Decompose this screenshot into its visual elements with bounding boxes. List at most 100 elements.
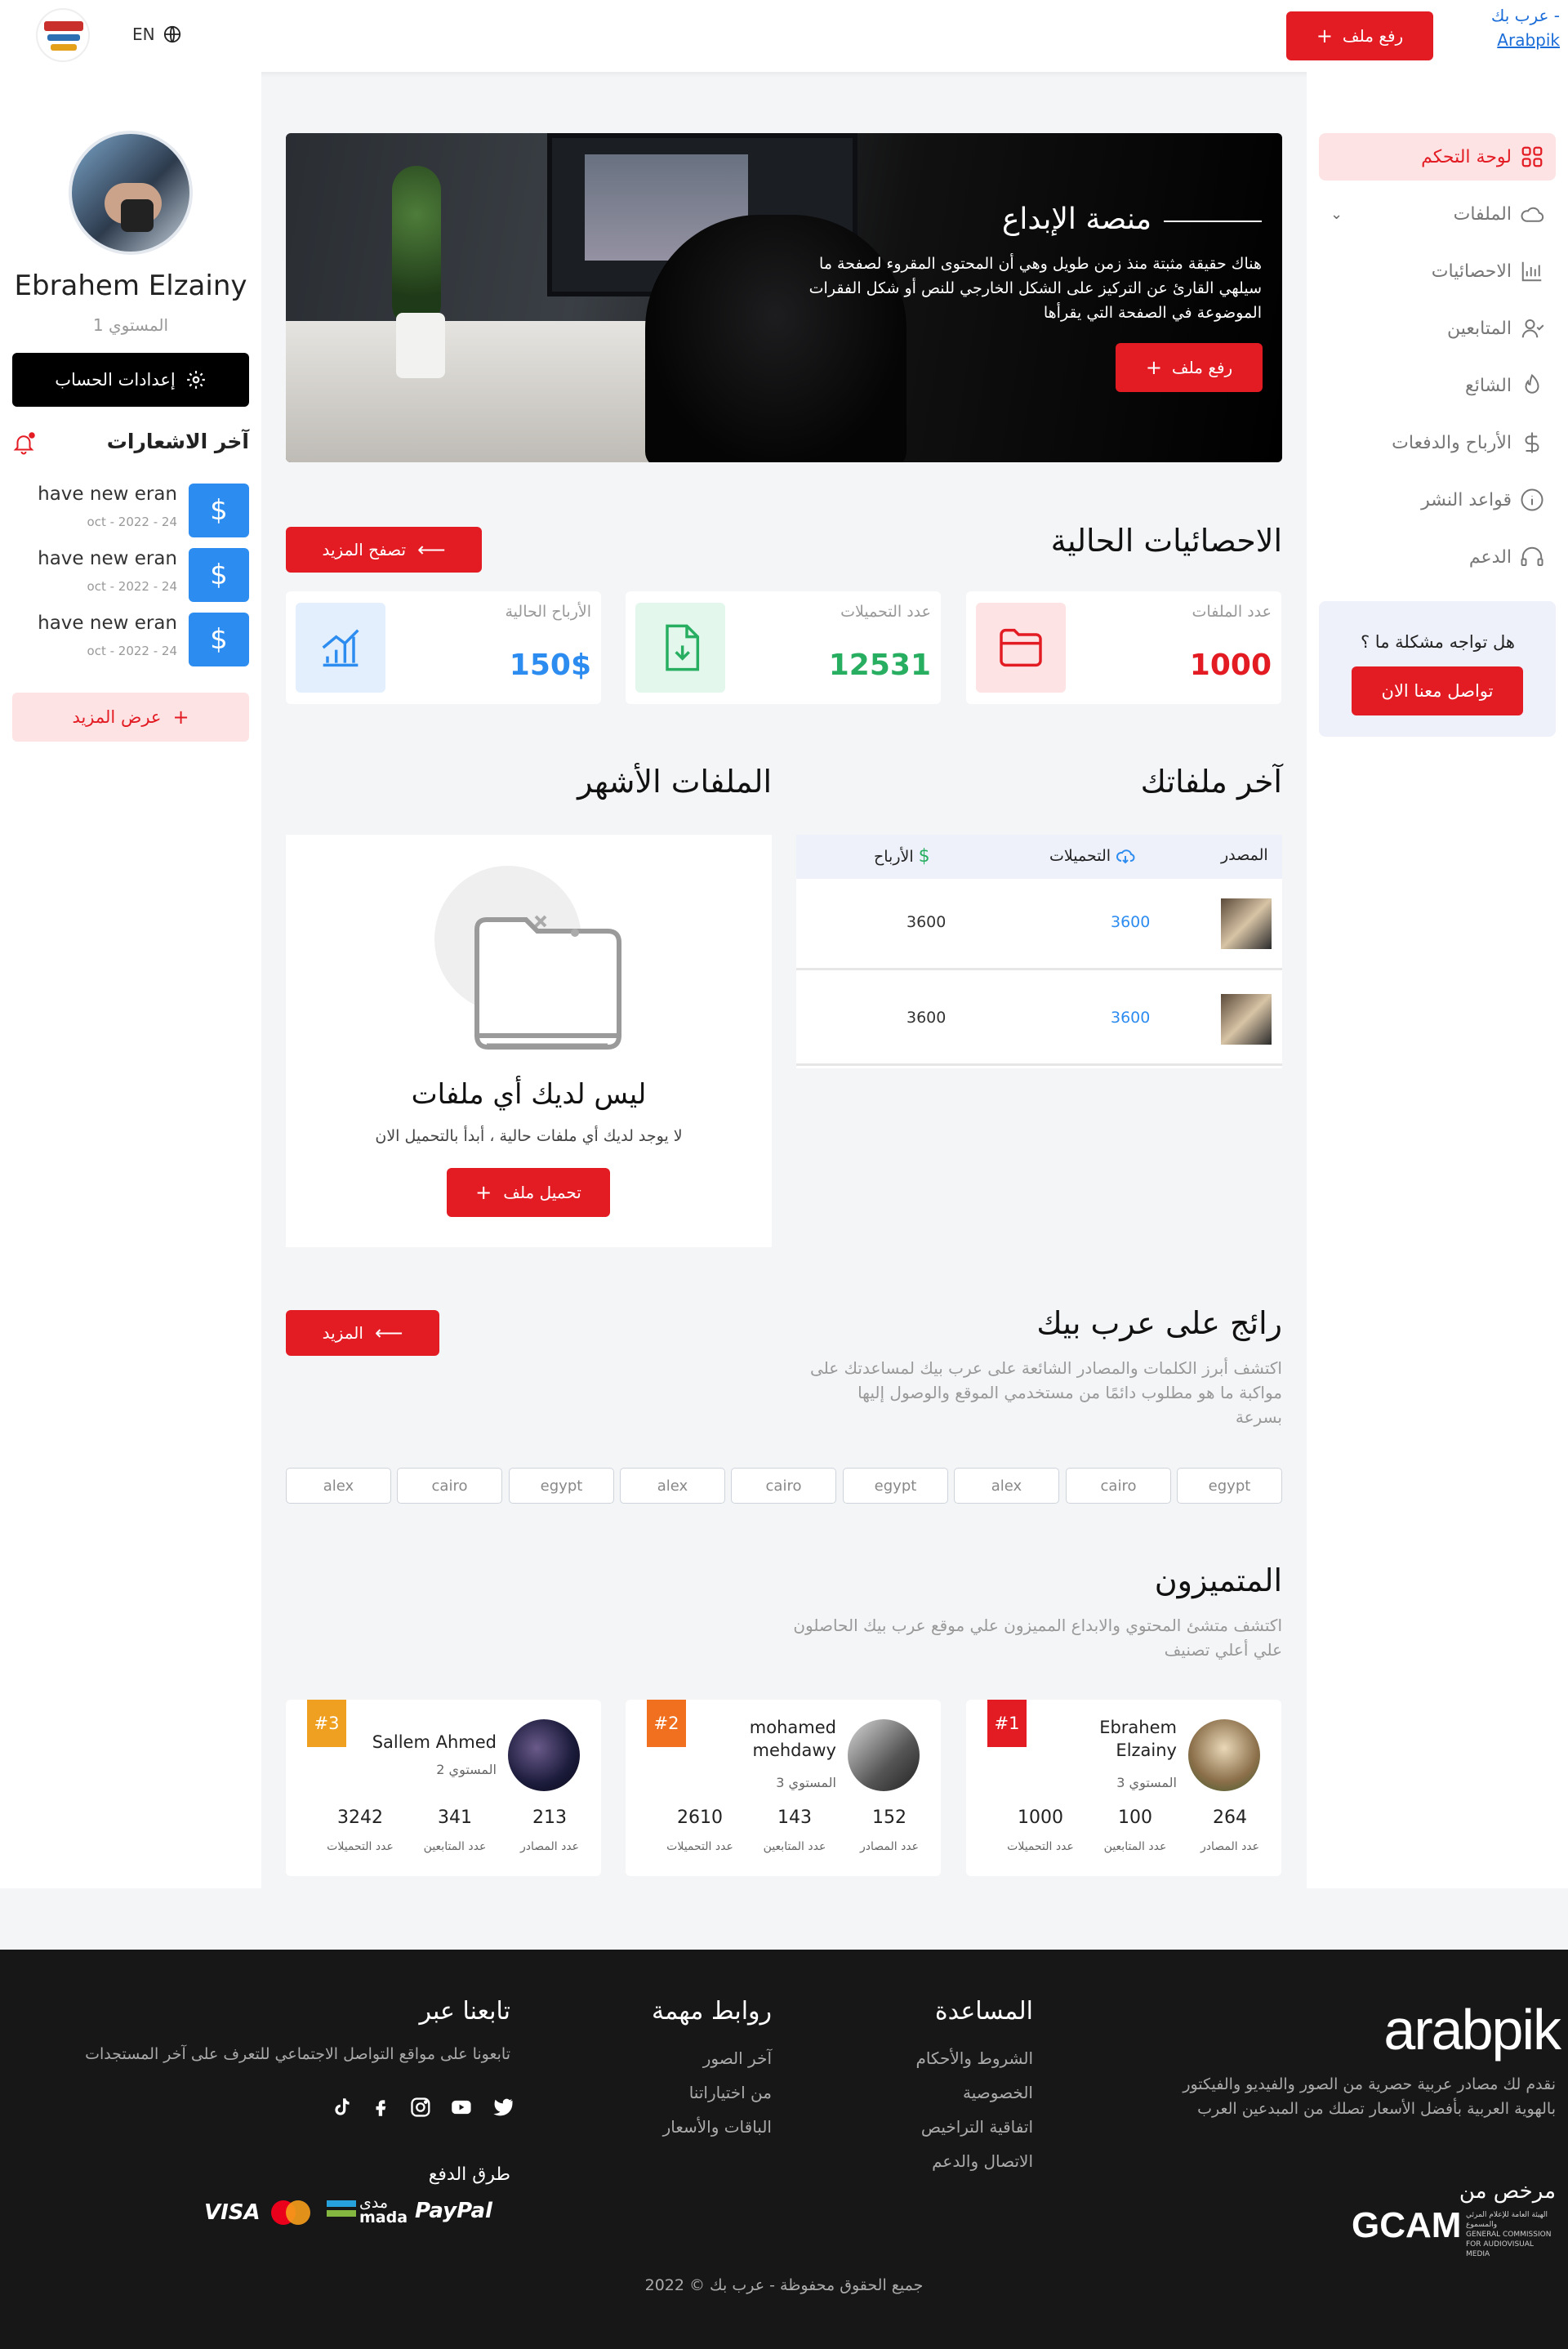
sidebar-item-3[interactable]: المتابعين — [1319, 305, 1556, 352]
notification-item[interactable]: $ have new eran oct - 2022 - 24 — [38, 479, 249, 537]
arrow-left-icon: ⟵ — [417, 538, 446, 561]
chevron-down-icon[interactable]: ⌄ — [1330, 206, 1343, 223]
language-switch[interactable]: EN — [132, 25, 181, 44]
footer-important-link[interactable]: آخر الصور — [608, 2048, 772, 2068]
empty-title: ليس لديك أي ملفات — [411, 1078, 647, 1111]
visa-icon: VISA — [204, 2200, 261, 2225]
sidebar-item-2[interactable]: الاحصائيات — [1319, 247, 1556, 295]
footer-help-link[interactable]: الاتصال والدعم — [849, 2151, 1033, 2171]
col-downloads: التحميلات — [1049, 846, 1135, 866]
plus-icon: + — [475, 1181, 492, 1204]
gcam-subtitle: الهيئة العامة للإعلام المرئي والمسموع GE… — [1466, 2211, 1552, 2258]
sidebar-item-0[interactable]: لوحة التحكم — [1319, 133, 1556, 181]
avatar[interactable] — [848, 1719, 920, 1791]
bell-icon[interactable] — [11, 431, 36, 456]
footer-follow-text: تابعونا على مواقع التواصل الاجتماعي للتع… — [85, 2045, 510, 2063]
notification-item[interactable]: $ have new eran oct - 2022 - 24 — [38, 608, 249, 666]
rank-badge: #1 — [987, 1700, 1027, 1747]
cloud-download-icon — [1116, 849, 1135, 864]
help-title: هل تواجه مشكلة ما ؟ — [1360, 632, 1515, 652]
trending-tag[interactable]: cairo — [731, 1468, 836, 1504]
footer-important-link[interactable]: من اختياراتنا — [608, 2083, 772, 2102]
sidebar-item-6[interactable]: قواعد النشر — [1319, 476, 1556, 524]
licensed-by: مرخص من — [1459, 2179, 1556, 2204]
dollar-icon: $ — [189, 613, 249, 666]
browse-more-button[interactable]: تصفح المزيد ⟵ — [286, 527, 482, 573]
footer-help-link[interactable]: الشروط والأحكام — [849, 2048, 1033, 2068]
trending-tag[interactable]: egypt — [843, 1468, 948, 1504]
footer-help-title: المساعدة — [934, 1997, 1033, 2026]
footer-follow-title: تابعنا عبر — [419, 1997, 510, 2026]
popular-files-title: الملفات الأشهر — [577, 764, 772, 800]
gcam-logo: GCAM — [1352, 2205, 1462, 2245]
instagram-icon[interactable] — [409, 2096, 432, 2119]
avatar[interactable] — [69, 131, 193, 255]
plus-icon: + — [1145, 356, 1162, 379]
hero-title: منصة الإبداع — [1001, 203, 1152, 236]
dollar-icon: $ — [189, 548, 249, 602]
upload-file-empty-button[interactable]: + تحميل ملف — [447, 1168, 610, 1217]
hero-text: هناك حقيقة مثبتة منذ زمن طويل وهي أن الم… — [808, 255, 1262, 322]
stat-card: عدد الملفات 1000 — [966, 591, 1281, 704]
rank-badge: #3 — [307, 1700, 346, 1747]
twitter-icon[interactable] — [492, 2096, 514, 2119]
info-icon — [1520, 488, 1544, 512]
trending-tag[interactable]: egypt — [1177, 1468, 1282, 1504]
creator-name[interactable]: Ebrahem Elzainy — [1079, 1716, 1177, 1762]
table-header — [796, 835, 1282, 879]
featured-creator-card[interactable]: #3 Sallem Ahmed المستوي 2 213 عدد المصاد… — [286, 1700, 601, 1876]
file-thumbnail[interactable] — [1221, 994, 1272, 1045]
featured-creator-card[interactable]: #2 mohamed mehdawy المستوي 3 152 عدد الم… — [626, 1700, 941, 1876]
sidebar-item-1[interactable]: الملفات ⌄ — [1319, 190, 1556, 238]
trending-tag[interactable]: alex — [620, 1468, 725, 1504]
footer-links-title: روابط مهمة — [652, 1997, 772, 2026]
stat-card: عدد التحميلات 12531 — [626, 591, 941, 704]
sidebar-item-7[interactable]: الدعم — [1319, 533, 1556, 581]
trending-tag[interactable]: alex — [954, 1468, 1059, 1504]
sidebar-item-4[interactable]: الشائع — [1319, 362, 1556, 409]
tiktok-icon[interactable] — [331, 2096, 352, 2119]
fire-icon — [1520, 373, 1544, 398]
payment-methods: VISA مدى mada PayPal — [204, 2194, 514, 2226]
table-row[interactable]: 3600 3600 — [796, 879, 1282, 970]
facebook-icon[interactable] — [370, 2096, 391, 2119]
brand-logo-link[interactable]: عرب بك - Arabpik — [1462, 3, 1560, 52]
upload-file-button[interactable]: + رفع ملف — [1286, 11, 1433, 60]
featured-creator-card[interactable]: #1 Ebrahem Elzainy المستوي 3 264 عدد الم… — [966, 1700, 1281, 1876]
youtube-icon[interactable] — [449, 2096, 474, 2119]
growth-chart-icon — [296, 603, 385, 693]
show-more-notifications-button[interactable]: عرض المزيد + — [12, 693, 249, 742]
contact-us-button[interactable]: تواصل معنا الان — [1352, 666, 1523, 715]
paypal-icon: PayPal — [415, 2199, 492, 2223]
plus-icon: + — [1316, 25, 1333, 47]
creator-name[interactable]: Sallem Ahmed — [372, 1731, 497, 1754]
creator-name[interactable]: mohamed mehdawy — [738, 1716, 836, 1762]
footer-help-link[interactable]: اتفاقية التراخيص — [849, 2117, 1033, 2137]
mastercard-icon — [271, 2200, 310, 2225]
footer-help-link[interactable]: الخصوصية — [849, 2083, 1033, 2102]
site-logo[interactable] — [36, 8, 90, 62]
creator-level: المستوي 3 — [776, 1775, 836, 1790]
featured-description: اكتشف متشئ المحتوي والابداع المميزون علي… — [793, 1616, 1282, 1660]
account-settings-button[interactable]: إعدادات الحساب — [12, 353, 249, 407]
globe-icon — [163, 25, 180, 43]
footer-logo[interactable]: arabpik — [1348, 1997, 1561, 2062]
profile-sidebar — [0, 72, 261, 1888]
avatar[interactable] — [1188, 1719, 1260, 1791]
social-links — [331, 2096, 514, 2119]
dollar-icon: $ — [189, 484, 249, 537]
trending-tag[interactable]: alex — [286, 1468, 391, 1504]
trending-tag[interactable]: cairo — [1066, 1468, 1171, 1504]
table-row[interactable]: 3600 3600 — [796, 974, 1282, 1066]
avatar[interactable] — [508, 1719, 580, 1791]
creator-level: المستوي 3 — [1116, 1775, 1177, 1790]
hero-upload-button[interactable]: + رفع ملف — [1116, 343, 1263, 392]
trending-tag[interactable]: egypt — [509, 1468, 614, 1504]
dollar-icon — [1520, 430, 1544, 455]
trending-tag[interactable]: cairo — [397, 1468, 502, 1504]
file-thumbnail[interactable] — [1221, 898, 1272, 949]
sidebar-item-5[interactable]: الأرباح والدفعات — [1319, 419, 1556, 466]
notification-item[interactable]: $ have new eran oct - 2022 - 24 — [38, 543, 249, 602]
trending-more-button[interactable]: المزيد ⟵ — [286, 1310, 439, 1356]
footer-important-link[interactable]: الباقات والأسعار — [608, 2117, 772, 2137]
